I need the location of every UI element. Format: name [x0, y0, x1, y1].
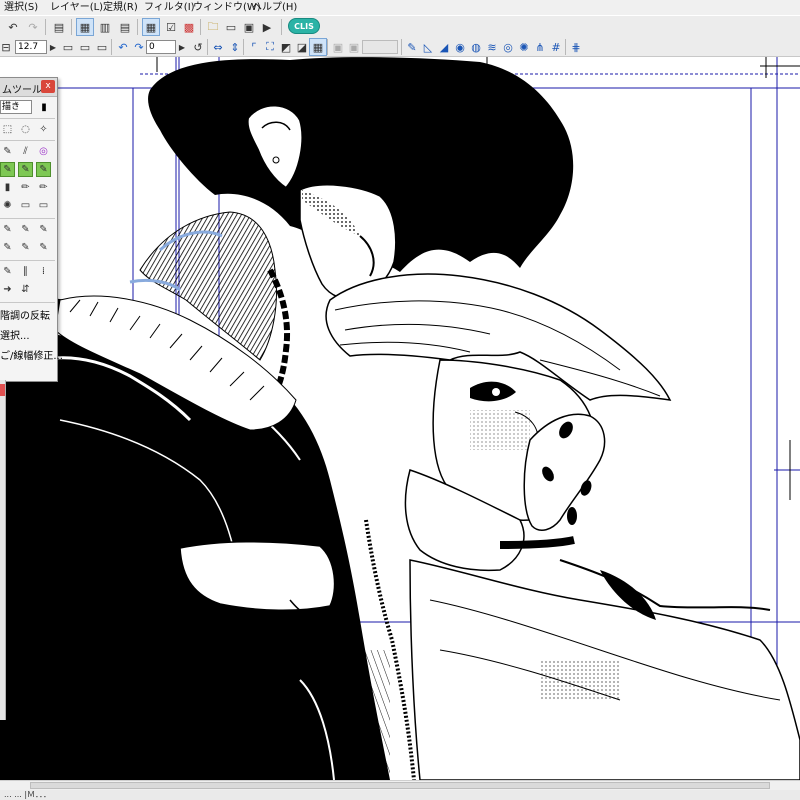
pencil-alt-icon[interactable]: ✏ [36, 180, 51, 195]
tool-palette[interactable]: ムツール x 描き ▮ ⬚ ◌ ✧ ✎ ⫽ ◎ ✎ ✎ ✎ ▮ ✏ ✏ ✺ ▭ … [0, 77, 63, 382]
menu-layer[interactable]: レイヤー(L) [50, 1, 103, 14]
arrow-right-icon[interactable]: ➜ [0, 282, 15, 297]
rect-select-icon[interactable]: ⬚ [0, 122, 15, 137]
magic-wand-icon[interactable]: ✧ [36, 122, 51, 137]
folder-icon[interactable]: 🗀 [204, 18, 222, 36]
window-icon[interactable]: ▭ [222, 18, 240, 36]
print-icon[interactable]: ▤ [50, 18, 68, 36]
green-pen-icon[interactable]: ✎ [0, 162, 15, 177]
airbrush-icon[interactable]: ✺ [0, 198, 15, 213]
hatch-pen-icon[interactable]: ⫽ [18, 144, 33, 159]
status-text: ... ... |Ｍ．．． [4, 790, 52, 799]
color-grid-icon[interactable]: ▩ [180, 18, 198, 36]
tone-pen-icon[interactable]: ✎ [0, 222, 15, 237]
eraser-alt-icon[interactable]: ▭ [36, 198, 51, 213]
menu-ruler[interactable]: 定規(R) [103, 1, 138, 14]
green-brush-icon[interactable]: ✎ [18, 162, 33, 177]
tone-brush-icon[interactable]: ✎ [36, 222, 51, 237]
tone-pen-alt-icon[interactable]: ✎ [18, 222, 33, 237]
drawing-canvas[interactable] [0, 57, 800, 780]
menu-filter[interactable]: フィルタ(I) [144, 1, 195, 14]
disabled-field [362, 40, 398, 54]
check-icon[interactable]: ☑ [162, 18, 180, 36]
line-icon[interactable]: ∥ [18, 264, 33, 279]
pen-icon[interactable]: ✎ [0, 144, 15, 159]
left-dock-strip[interactable] [0, 380, 6, 720]
palette-close-button[interactable]: x [41, 80, 55, 93]
play-icon[interactable]: ▶ [258, 18, 276, 36]
redo-icon[interactable]: ↷ [24, 18, 42, 36]
view-story-icon[interactable]: ▤ [116, 18, 134, 36]
rotate-arrow-icon[interactable]: ▶ [177, 38, 187, 56]
manga-artwork [0, 57, 800, 780]
tool-set-dropdown[interactable]: 描き [0, 100, 32, 114]
window-split-icon[interactable]: ▣ [240, 18, 258, 36]
arrow-split-icon[interactable]: ⇵ [18, 282, 33, 297]
fill-close-icon[interactable]: ✎ [36, 240, 51, 255]
fill-icon[interactable]: ✎ [0, 240, 15, 255]
palette-menu-line-width[interactable]: ご/線幅修正... [0, 347, 63, 362]
palette-menu-icon[interactable]: ▮ [36, 99, 52, 115]
fit-width-icon[interactable]: ▭ [76, 38, 94, 56]
spiral-icon[interactable]: ◎ [36, 144, 51, 159]
view-single-page-icon[interactable]: ▦ [76, 18, 94, 36]
dashed-line-icon[interactable]: ⁞ [36, 264, 51, 279]
green-marker-icon[interactable]: ✎ [36, 162, 51, 177]
grid-ruler-icon[interactable]: # [547, 38, 565, 56]
undo-icon[interactable]: ↶ [4, 18, 22, 36]
zoom-arrow-icon[interactable]: ▶ [48, 38, 58, 56]
coat-lower-hatching [220, 650, 390, 780]
view-page-icon[interactable]: ▥ [96, 18, 114, 36]
main-toolbar: ↶ ↷ ▤ ▦ ▥ ▤ ▦ ☑ ▩ 🗀 ▭ ▣ ▶ CLIS [0, 15, 800, 39]
scrollbar-thumb[interactable] [30, 782, 770, 789]
view-toolbar: ⊟ 12.7 ▶ ▭ ▭ ▭ ↶ ↷ 0 ▶ ↺ ⇔ ⇕ ⌜ ⛶ ◩ ◪ ▦ ▣… [0, 38, 800, 57]
dock-red-marker [0, 384, 5, 396]
flip-horizontal-icon[interactable]: ⇔ [209, 38, 227, 56]
palette-menu-invert[interactable]: 階調の反転 [0, 307, 50, 322]
fill-alt-icon[interactable]: ✎ [18, 240, 33, 255]
dark-brush-icon[interactable]: ▮ [0, 180, 15, 195]
gradient-icon[interactable]: ✎ [0, 264, 15, 279]
palette-menu-select[interactable]: 選択... [0, 327, 30, 342]
rotate-field[interactable]: 0 [146, 40, 176, 54]
flip-vertical-icon[interactable]: ⇕ [226, 38, 244, 56]
disabled-tool-b-icon: ▣ [348, 40, 360, 54]
layer-view-icon[interactable]: ▦ [142, 18, 160, 36]
snap-grid-icon[interactable]: ⋕ [567, 38, 585, 56]
actual-size-icon[interactable]: ▭ [93, 38, 111, 56]
fit-page-icon[interactable]: ▭ [59, 38, 77, 56]
eraser-icon[interactable]: ▭ [18, 198, 33, 213]
grid-icon[interactable]: ▦ [309, 38, 327, 56]
reset-rotate-icon[interactable]: ↺ [189, 38, 207, 56]
status-bar: ... ... |Ｍ．．． [0, 790, 800, 800]
lasso-icon[interactable]: ◌ [18, 122, 33, 137]
zoom-out-icon[interactable]: ⊟ [0, 38, 12, 56]
clip-studio-logo[interactable]: CLIS [288, 18, 320, 34]
menu-window[interactable]: ウィンドウ(W) [193, 1, 261, 14]
palette-titlebar[interactable]: ムツール x [0, 78, 57, 97]
menu-bar: 選択(S) レイヤー(L) 定規(R) フィルタ(I) ウィンドウ(W) ヘルプ… [0, 0, 800, 15]
palette-title: ムツール [2, 85, 42, 96]
pencil-icon[interactable]: ✏ [18, 180, 33, 195]
zoom-field[interactable]: 12.7 [15, 40, 47, 54]
menu-help[interactable]: ヘルプ(H) [252, 1, 297, 14]
menu-select[interactable]: 選択(S) [4, 1, 38, 14]
